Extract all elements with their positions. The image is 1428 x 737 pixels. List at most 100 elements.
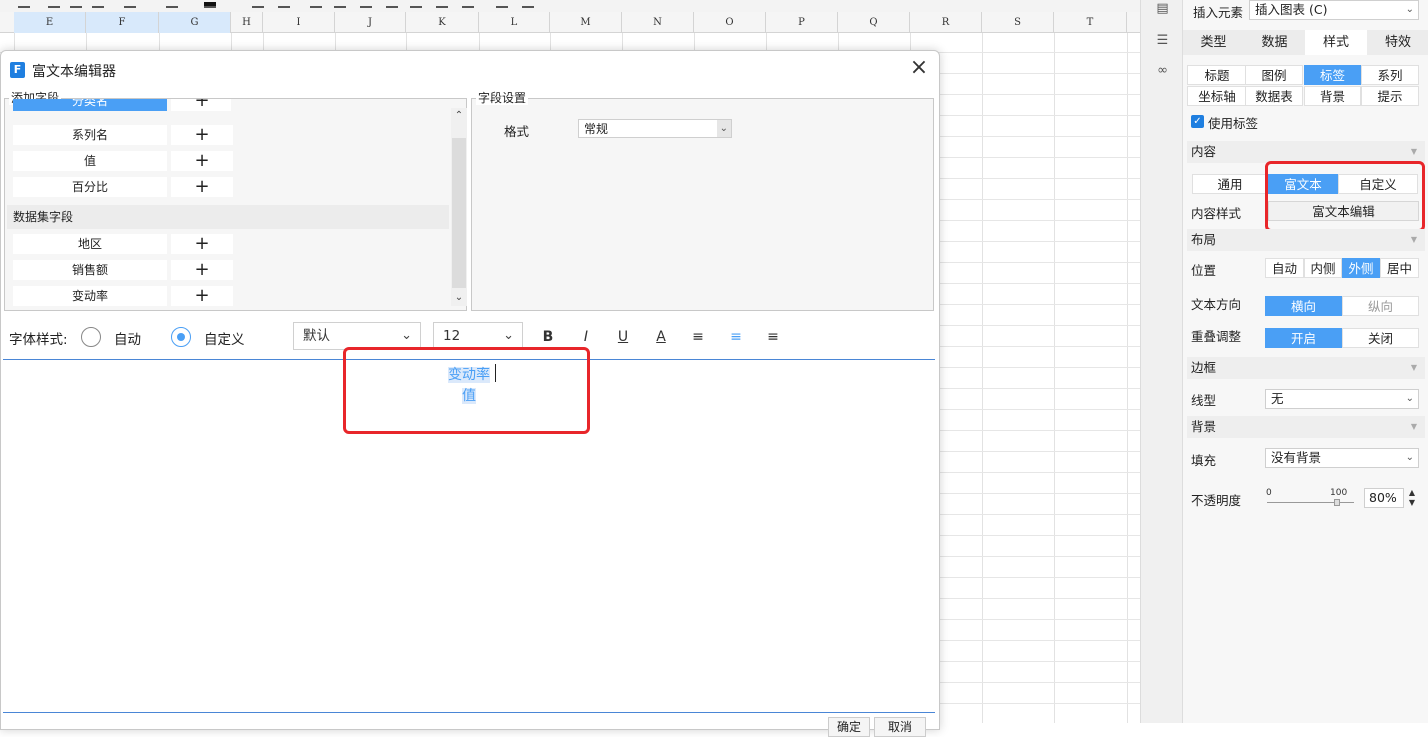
scroll-up-icon[interactable]: ⌃ [451, 108, 467, 124]
add-icon[interactable]: + [171, 151, 233, 171]
tab-effect[interactable]: 特效 [1367, 30, 1428, 55]
field-row[interactable]: 地区 + [13, 234, 233, 254]
field-row[interactable]: 百分比 + [13, 177, 233, 197]
toolbar-icon[interactable] [18, 0, 30, 8]
merge-icon[interactable] [252, 0, 264, 8]
column-header[interactable]: P [766, 12, 838, 33]
align-right-icon[interactable] [92, 0, 104, 8]
slash-icon[interactable] [462, 0, 474, 8]
align-left-icon[interactable]: ≡ [690, 327, 706, 347]
font-auto-radio[interactable] [81, 327, 101, 347]
add-icon[interactable]: + [171, 177, 233, 197]
insert-row-icon[interactable] [334, 0, 346, 8]
cancel-button[interactable]: 取消 [874, 717, 926, 737]
direction-horizontal[interactable]: 横向 [1265, 296, 1342, 316]
opacity-slider-track[interactable] [1267, 502, 1354, 503]
field-row[interactable]: 销售额 + [13, 260, 233, 280]
column-header[interactable]: E [14, 12, 86, 33]
add-icon[interactable]: + [171, 234, 233, 254]
align-right-icon[interactable]: ≡ [765, 327, 781, 347]
position-auto[interactable]: 自动 [1265, 258, 1304, 278]
add-icon[interactable]: + [171, 260, 233, 280]
scrollbar-thumb[interactable] [452, 138, 466, 288]
section-background[interactable]: 背景 ▼ [1187, 416, 1425, 438]
subtab-tooltip[interactable]: 提示 [1361, 86, 1419, 106]
column-header[interactable]: Q [838, 12, 910, 33]
use-label-checkbox[interactable]: ✓ [1191, 115, 1204, 128]
field-row[interactable]: 系列名 + [13, 125, 233, 145]
line-type-select[interactable]: 无 ⌄ [1265, 389, 1419, 409]
subtab-label[interactable]: 标签 [1304, 65, 1361, 85]
tab-style[interactable]: 样式 [1305, 30, 1367, 55]
scroll-down-icon[interactable]: ⌄ [451, 290, 467, 306]
tab-data[interactable]: 数据 [1244, 30, 1305, 55]
font-custom-radio[interactable] [171, 327, 191, 347]
widget-list-icon[interactable]: ☰ [1154, 33, 1171, 48]
bold-icon[interactable]: B [540, 327, 556, 347]
add-icon[interactable]: + [171, 286, 233, 306]
section-layout[interactable]: 布局 ▼ [1187, 229, 1425, 251]
underline-icon[interactable]: U [615, 327, 631, 347]
field-row[interactable]: 变动率 + [13, 286, 233, 306]
add-icon[interactable]: + [171, 99, 231, 111]
table-icon[interactable] [278, 0, 290, 8]
field-name[interactable]: 系列名 [13, 125, 167, 145]
chart-column-icon[interactable] [410, 0, 422, 8]
subtab-background[interactable]: 背景 [1304, 86, 1361, 106]
column-header[interactable]: N [622, 12, 694, 33]
opacity-input[interactable]: 80% [1364, 488, 1404, 508]
section-content[interactable]: 内容 ▼ [1187, 141, 1425, 163]
field-name[interactable]: 地区 [13, 234, 167, 254]
fill-select[interactable]: 没有背景 ⌄ [1265, 448, 1419, 468]
field-name[interactable]: 百分比 [13, 177, 167, 197]
direction-vertical[interactable]: 纵向 [1342, 296, 1419, 316]
chart-bar-icon[interactable] [386, 0, 398, 8]
field-name[interactable]: 销售额 [13, 260, 167, 280]
italic-icon[interactable]: I [578, 327, 594, 347]
section-border[interactable]: 边框 ▼ [1187, 357, 1425, 379]
grid-icon[interactable] [522, 0, 534, 8]
subtab-title[interactable]: 标题 [1187, 65, 1247, 85]
formula-icon[interactable] [360, 0, 372, 8]
column-header[interactable]: F [86, 12, 159, 33]
overlap-off[interactable]: 关闭 [1342, 328, 1419, 348]
column-header[interactable]: S [982, 12, 1054, 33]
overlap-on[interactable]: 开启 [1265, 328, 1342, 348]
column-header[interactable]: K [406, 12, 479, 33]
position-center[interactable]: 居中 [1380, 258, 1419, 278]
font-family-select[interactable]: 默认 ⌄ [293, 322, 421, 350]
align-center-icon[interactable] [70, 0, 82, 8]
component-info-icon[interactable]: ▤ [1154, 1, 1171, 16]
font-size-select[interactable]: 12 ⌄ [433, 322, 523, 350]
column-header[interactable]: R [910, 12, 982, 33]
ok-button[interactable]: 确定 [828, 717, 870, 737]
format-select[interactable]: 常规 ⌄ [578, 119, 732, 138]
subtab-series[interactable]: 系列 [1361, 65, 1419, 85]
opacity-slider-handle[interactable] [1334, 499, 1340, 506]
field-row[interactable]: 值 + [13, 151, 233, 171]
field-row[interactable]: 分类名 + [13, 99, 231, 119]
column-header[interactable]: H [231, 12, 263, 33]
field-name[interactable]: 变动率 [13, 286, 167, 306]
column-header[interactable]: O [694, 12, 766, 33]
subtab-axis[interactable]: 坐标轴 [1187, 86, 1247, 106]
align-left-icon[interactable] [48, 0, 60, 8]
column-header[interactable]: J [335, 12, 406, 33]
column-header[interactable]: I [263, 12, 335, 33]
font-color-icon[interactable] [204, 2, 216, 8]
subtab-legend[interactable]: 图例 [1245, 65, 1303, 85]
image-icon[interactable] [436, 0, 448, 8]
column-header[interactable]: M [550, 12, 622, 33]
column-header[interactable]: L [479, 12, 550, 33]
close-icon[interactable]: × [909, 57, 929, 81]
border-icon[interactable] [124, 0, 136, 8]
opacity-spinner[interactable]: ▲ ▼ [1406, 488, 1418, 508]
link-icon[interactable]: ∞ [1154, 63, 1171, 78]
fields-scrollbar[interactable]: ⌃ ⌄ [451, 108, 467, 306]
line-icon[interactable] [310, 0, 322, 8]
column-header[interactable]: G [159, 12, 231, 33]
fill-icon[interactable] [166, 0, 178, 8]
field-name[interactable]: 分类名 [13, 99, 167, 111]
field-name[interactable]: 值 [13, 151, 167, 171]
position-inside[interactable]: 内侧 [1304, 258, 1342, 278]
